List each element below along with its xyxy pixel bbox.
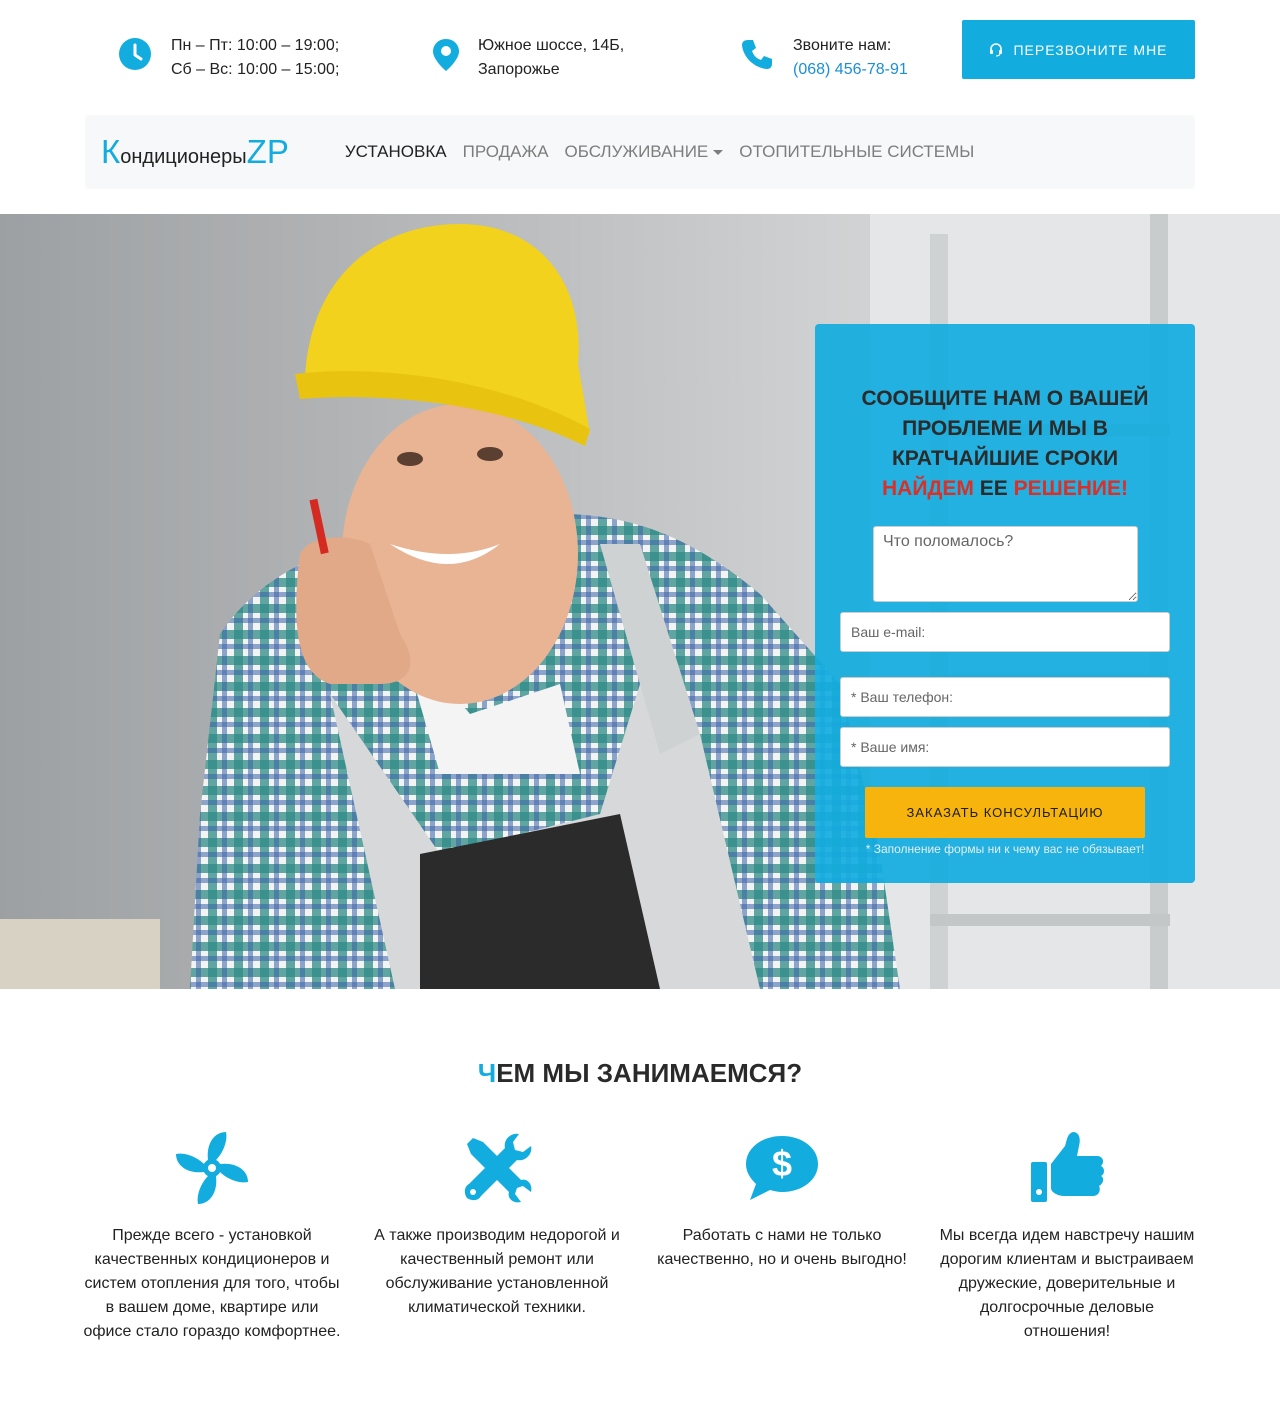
thumbs-up-icon <box>1031 1132 1104 1202</box>
form-title-highlight-solution: РЕШЕНИЕ! <box>1013 477 1128 500</box>
phone-field[interactable] <box>840 677 1170 717</box>
nav-item-label: УСТАНОВКА <box>344 142 447 161</box>
form-title-text: СООБЩИТЕ НАМ О ВАШЕЙ ПРОБЛЕМЕ И МЫ В КРА… <box>861 387 1149 470</box>
services-title-initial: Ч <box>477 1058 497 1088</box>
nav-item-label: ПРОДАЖА <box>462 142 549 161</box>
hero-section: СООБЩИТЕ НАМ О ВАШЕЙ ПРОБЛЕМЕ И МЫ В КРА… <box>0 214 1280 989</box>
nav-item-label: ОТОПИТЕЛЬНЫЕ СИСТЕМЫ <box>739 142 975 161</box>
caret-down-icon <box>713 149 724 155</box>
nav-item-label: ОБСЛУЖИВАНИЕ <box>564 142 709 161</box>
service-item: Прежде всего - установкой качественных к… <box>82 1130 342 1344</box>
call-label: Звоните нам: <box>793 37 892 54</box>
service-item: $ Работать с нами не только качественно,… <box>652 1130 912 1272</box>
headset-icon <box>990 42 1003 57</box>
form-title-it: ЕЕ <box>979 477 1008 500</box>
services-title-rest: ЕМ МЫ ЗАНИМАЕМСЯ? <box>496 1058 803 1088</box>
service-item: А также производим недорогой и качествен… <box>367 1130 627 1320</box>
tools-icon <box>464 1133 532 1203</box>
email-field[interactable] <box>840 612 1170 652</box>
form-title: СООБЩИТЕ НАМ О ВАШЕЙ ПРОБЛЕМЕ И МЫ В КРА… <box>845 384 1165 504</box>
nav-item-service-dropdown[interactable]: ОБСЛУЖИВАНИЕ <box>565 142 724 162</box>
nav-item-sales[interactable]: ПРОДАЖА <box>463 142 549 162</box>
service-text: Работать с нами не только качественно, н… <box>657 1227 907 1268</box>
clock-icon <box>119 38 151 70</box>
svg-text:$: $ <box>772 1143 792 1184</box>
top-contact-bar: Пн – Пт: 10:00 – 19:00; Сб – Вс: 10:00 –… <box>0 0 1280 100</box>
phone-icon <box>742 40 772 69</box>
hours-weekdays: Пн – Пт: 10:00 – 19:00; <box>171 37 340 54</box>
service-text: Прежде всего - установкой качественных к… <box>83 1227 341 1340</box>
phone-link[interactable]: (068) 456-78-91 <box>793 58 908 82</box>
address-city: Запорожье <box>478 61 560 78</box>
brand-logo[interactable]: К ондиционеры ZP <box>101 133 289 171</box>
form-disclaimer: * Заполнение формы ни к чему вас не обяз… <box>865 842 1145 856</box>
working-hours: Пн – Пт: 10:00 – 19:00; Сб – Вс: 10:00 –… <box>119 34 339 82</box>
form-title-highlight-find: НАЙДЕМ <box>882 477 974 500</box>
nav-item-heating[interactable]: ОТОПИТЕЛЬНЫЕ СИСТЕМЫ <box>739 142 974 162</box>
consultation-form: СООБЩИТЕ НАМ О ВАШЕЙ ПРОБЛЕМЕ И МЫ В КРА… <box>815 324 1195 883</box>
phone-contact: Звоните нам: (068) 456-78-91 <box>741 34 908 82</box>
address-street: Южное шоссе, 14Б, <box>478 37 625 54</box>
services-title: ЧЕМ МЫ ЗАНИМАЕМСЯ? <box>0 1058 1280 1089</box>
dollar-chat-icon: $ <box>746 1136 818 1200</box>
main-navbar: К ондиционеры ZP УСТАНОВКА ПРОДАЖА ОБСЛУ… <box>85 115 1195 189</box>
order-consultation-button[interactable]: ЗАКАЗАТЬ КОНСУЛЬТАЦИЮ <box>865 787 1145 838</box>
service-item: Мы всегда идем навстречу нашим дорогим к… <box>937 1130 1197 1344</box>
map-pin-icon <box>433 39 459 71</box>
brand-initial: К <box>101 133 121 170</box>
address: Южное шоссе, 14Б, Запорожье <box>430 34 624 82</box>
service-text: А также производим недорогой и качествен… <box>374 1227 620 1316</box>
nav-item-installation[interactable]: УСТАНОВКА <box>345 142 447 162</box>
problem-textarea[interactable] <box>873 526 1138 602</box>
brand-suffix: ZP <box>246 133 289 170</box>
callback-button[interactable]: ПЕРЕЗВОНИТЕ МНЕ <box>962 20 1195 79</box>
name-field[interactable] <box>840 727 1170 767</box>
service-text: Мы всегда идем навстречу нашим дорогим к… <box>939 1227 1195 1340</box>
brand-name: ондиционеры <box>120 146 247 168</box>
hours-weekend: Сб – Вс: 10:00 – 15:00; <box>171 61 340 78</box>
fan-icon <box>176 1132 248 1204</box>
nav-menu: УСТАНОВКА ПРОДАЖА ОБСЛУЖИВАНИЕ ОТОПИТЕЛЬ… <box>345 142 991 162</box>
callback-button-label: ПЕРЕЗВОНИТЕ МНЕ <box>1013 41 1168 58</box>
